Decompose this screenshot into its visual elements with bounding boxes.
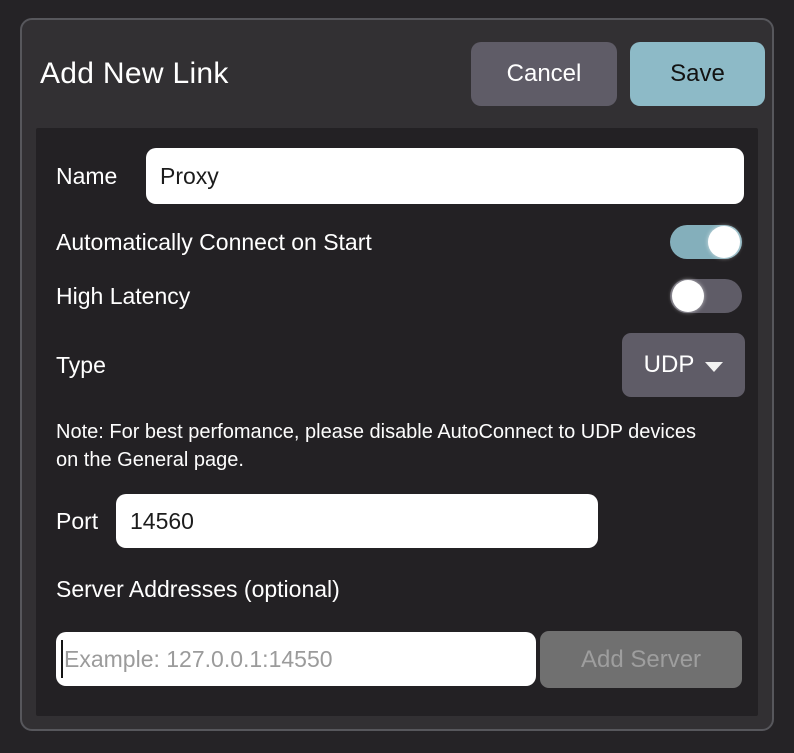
high-latency-label: High Latency [56,278,190,314]
type-dropdown-value: UDP [644,351,695,379]
dialog-header: Add New Link Cancel Save [22,20,772,128]
udp-note-text: Note: For best perfomance, please disabl… [56,418,716,474]
form-panel: Name Automatically Connect on Start High… [36,128,758,716]
add-new-link-dialog: Add New Link Cancel Save Name Automatica… [20,18,774,731]
server-address-field-wrap [56,632,536,686]
header-buttons: Cancel Save [471,42,765,106]
high-latency-toggle[interactable] [670,279,742,313]
server-address-input[interactable] [56,632,536,686]
name-label: Name [56,148,117,204]
name-input[interactable] [146,148,744,204]
port-label: Port [56,494,98,548]
port-input[interactable] [116,494,598,548]
cancel-button[interactable]: Cancel [471,42,617,106]
auto-connect-toggle[interactable] [670,225,742,259]
text-caret [61,640,63,678]
dialog-title: Add New Link [40,20,229,128]
type-label: Type [56,333,106,397]
server-addresses-label: Server Addresses (optional) [56,574,340,604]
type-dropdown[interactable]: UDP [622,333,745,397]
add-server-button[interactable]: Add Server [540,631,742,688]
auto-connect-label: Automatically Connect on Start [56,224,372,260]
save-button[interactable]: Save [630,42,765,106]
toggle-knob [672,280,704,312]
chevron-down-icon [705,362,723,372]
toggle-knob [708,226,740,258]
